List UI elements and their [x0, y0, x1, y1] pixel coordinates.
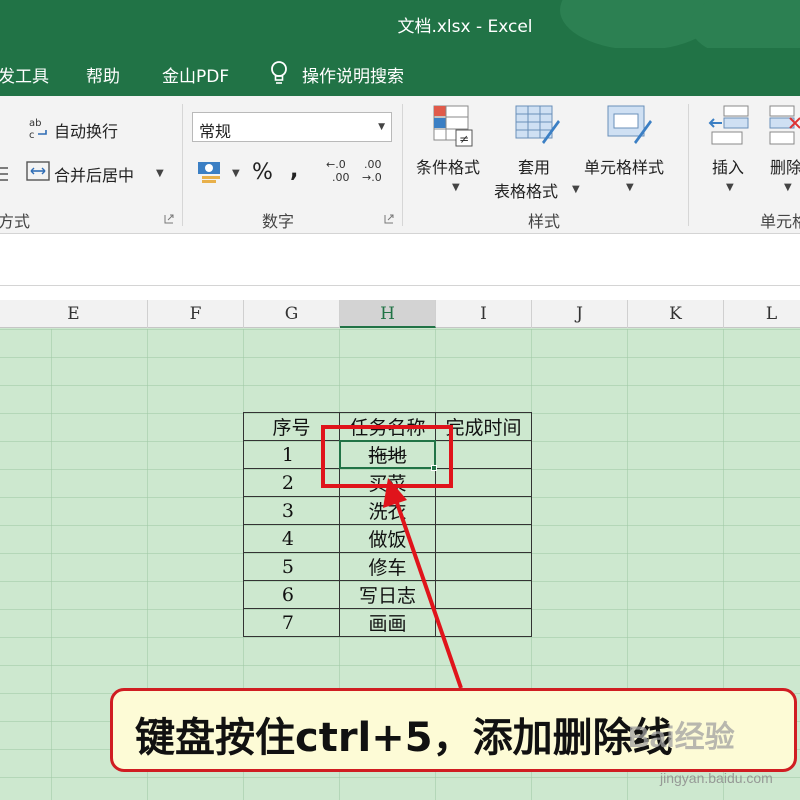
column-header-l[interactable]: L [724, 300, 800, 328]
watermark-logo: Bai经验 [628, 721, 735, 754]
conditional-formatting-dropdown-icon[interactable]: ▼ [452, 182, 460, 193]
number-format-select[interactable]: 常规 ▼ [192, 112, 392, 142]
tell-me-search[interactable]: 操作说明搜索 [302, 62, 404, 87]
cell-seq[interactable]: 5 [243, 552, 340, 581]
table-row: 7 画画 [243, 608, 532, 637]
cell-time[interactable] [435, 608, 532, 637]
cell-seq[interactable]: 4 [243, 524, 340, 553]
svg-text:c: c [29, 130, 35, 140]
column-header-j[interactable]: J [532, 300, 628, 328]
increase-decimal-button[interactable]: ←.0 .00 [326, 158, 354, 186]
delete-cells-button[interactable]: 删除 [770, 154, 800, 178]
conditional-formatting-button[interactable]: 条件格式 [416, 154, 480, 178]
column-header-h[interactable]: H [340, 300, 436, 328]
increase-decimal-line1: ←.0 [326, 158, 346, 171]
cell-task[interactable]: 做饭 [339, 524, 436, 553]
alignment-group-label: 方式 [0, 212, 31, 231]
ribbon-separator [182, 104, 183, 226]
cell-seq[interactable]: 3 [243, 496, 340, 525]
menu-developer[interactable]: 发工具 [0, 62, 49, 87]
cell-styles-dropdown-icon[interactable]: ▼ [626, 182, 634, 193]
cell-task[interactable]: 写日志 [339, 580, 436, 609]
table-row: 6 写日志 [243, 580, 532, 609]
cell-time[interactable] [435, 524, 532, 553]
number-group-label: 数字 [262, 212, 295, 231]
column-header-k[interactable]: K [628, 300, 724, 328]
menu-help[interactable]: 帮助 [86, 62, 120, 87]
menu-bar: 发工具 帮助 金山PDF 操作说明搜索 [0, 48, 800, 96]
svg-text:≠: ≠ [459, 132, 469, 146]
wrap-text-icon[interactable]: ab c [28, 116, 50, 140]
table-row: 3 洗衣 [243, 496, 532, 525]
menu-kingsoft-pdf[interactable]: 金山PDF [162, 62, 229, 87]
increase-decimal-line2: .00 [332, 171, 350, 184]
instruction-text: 键盘按住ctrl+5，添加删除线 [135, 715, 673, 761]
window-title: 文档.xlsx - Excel [397, 17, 533, 37]
cell-styles-icon[interactable] [606, 104, 654, 148]
table-row: 5 修车 [243, 552, 532, 581]
cell-task[interactable]: 修车 [339, 552, 436, 581]
currency-dropdown-icon[interactable]: ▼ [232, 168, 240, 179]
conditional-formatting-icon[interactable]: ≠ [432, 104, 476, 148]
column-header-i[interactable]: I [436, 300, 532, 328]
format-as-table-dropdown-icon[interactable]: ▼ [572, 184, 580, 195]
ribbon-separator [688, 104, 689, 226]
merge-center-dropdown-icon[interactable]: ▼ [156, 168, 164, 179]
format-as-table-label-2[interactable]: 表格格式 [494, 178, 558, 202]
formula-bar[interactable] [0, 234, 800, 286]
cell-time[interactable] [435, 496, 532, 525]
sheet-top-gap [0, 286, 800, 300]
comma-button[interactable]: , [290, 158, 298, 183]
format-as-table-icon[interactable] [514, 104, 562, 148]
ribbon: ab c 自动换行 合并后居中 ▼ 方式 常规 ▼ ▼ % , ←.0 .00 … [0, 96, 800, 234]
column-header-f[interactable]: F [148, 300, 244, 328]
cell-task[interactable]: 画画 [339, 608, 436, 637]
chevron-down-icon: ▼ [378, 122, 385, 132]
wrap-text-button[interactable]: 自动换行 [54, 118, 118, 142]
cell-time[interactable] [435, 580, 532, 609]
insert-cells-icon[interactable] [708, 104, 752, 148]
styles-group-label: 样式 [528, 212, 561, 231]
delete-cells-icon[interactable] [768, 104, 800, 148]
watermark-url: jingyan.baidu.com [660, 770, 773, 786]
delete-cells-dropdown-icon[interactable]: ▼ [784, 182, 792, 193]
merge-center-button[interactable]: 合并后居中 [54, 162, 134, 186]
column-header-g[interactable]: G [244, 300, 340, 328]
svg-text:ab: ab [29, 118, 41, 129]
cells-group-label: 单元格 [760, 212, 800, 231]
title-bar: 文档.xlsx - Excel [0, 0, 800, 48]
merge-center-icon[interactable] [26, 160, 50, 182]
format-as-table-label-1[interactable]: 套用 [518, 154, 550, 178]
currency-icon[interactable] [196, 158, 226, 184]
percent-button[interactable]: % [252, 160, 273, 185]
cell-seq[interactable]: 7 [243, 608, 340, 637]
decrease-decimal-button[interactable]: .00 →.0 [362, 158, 390, 186]
number-format-value: 常规 [199, 122, 232, 141]
column-headers: E F G H I J K L [0, 300, 800, 328]
align-icon[interactable] [0, 164, 10, 186]
insert-cells-dropdown-icon[interactable]: ▼ [726, 182, 734, 193]
cell-styles-button[interactable]: 单元格样式 [584, 154, 664, 178]
cell-task[interactable]: 洗衣 [339, 496, 436, 525]
dialog-launcher-icon[interactable] [384, 214, 394, 224]
lightbulb-icon[interactable] [268, 60, 290, 86]
decrease-decimal-line2: →.0 [362, 171, 382, 184]
decrease-decimal-line1: .00 [364, 158, 382, 171]
dialog-launcher-icon[interactable] [164, 214, 174, 224]
cell-seq[interactable]: 6 [243, 580, 340, 609]
table-row: 4 做饭 [243, 524, 532, 553]
cell-time[interactable] [435, 552, 532, 581]
ribbon-separator [402, 104, 403, 226]
highlight-box [321, 425, 453, 488]
insert-cells-button[interactable]: 插入 [712, 154, 744, 178]
column-header-e[interactable]: E [0, 300, 148, 328]
